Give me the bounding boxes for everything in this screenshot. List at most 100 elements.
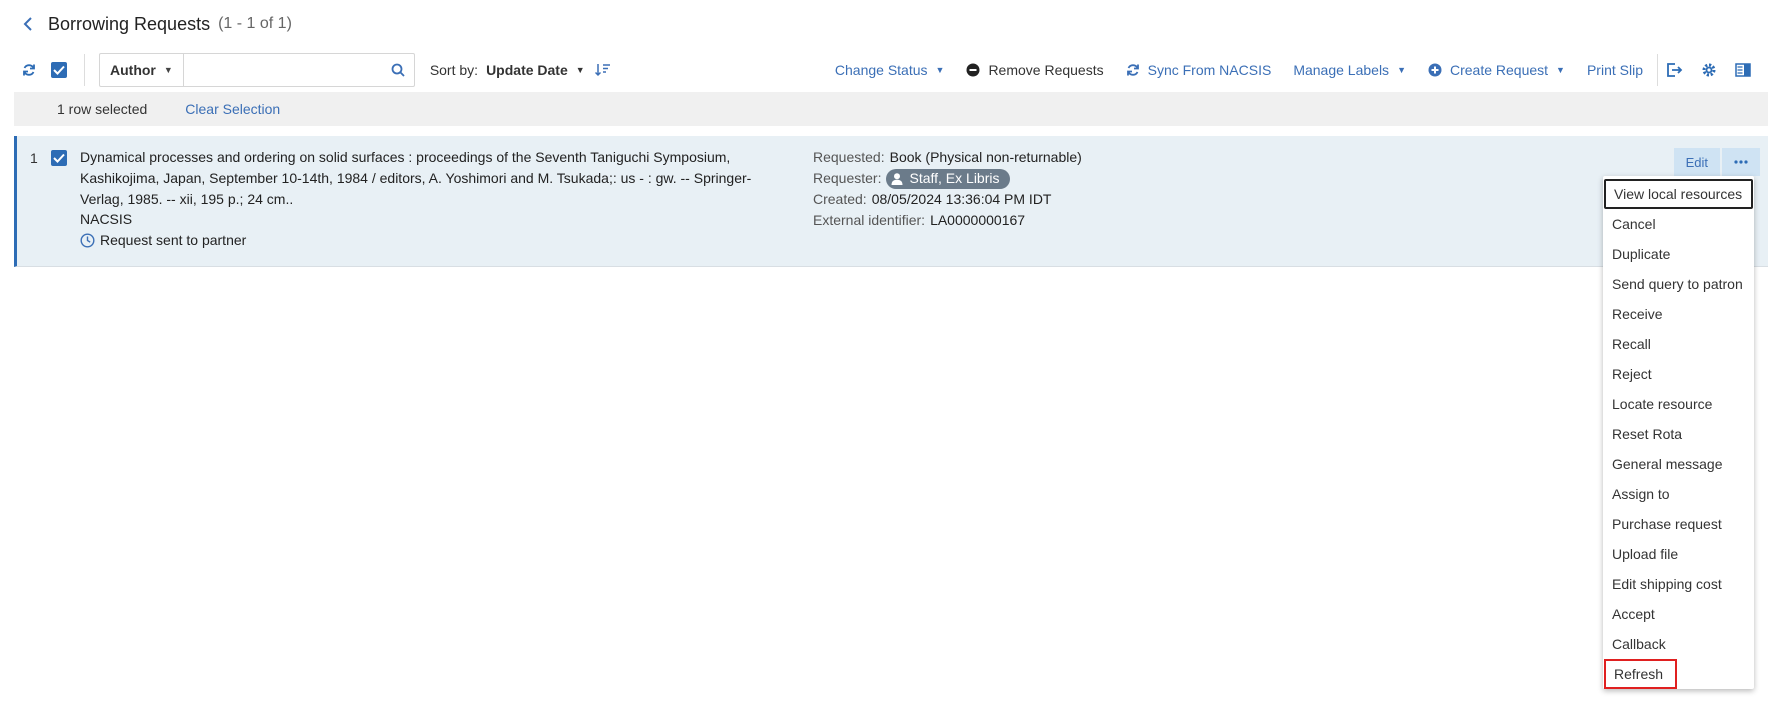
menu-item-accept[interactable]: Accept [1603,599,1754,629]
remove-requests-button[interactable]: Remove Requests [966,62,1104,78]
split-view-icon [1735,63,1751,77]
request-status: Request sent to partner [80,232,246,248]
chevron-left-icon [23,17,32,31]
requested-line: Requested: Book (Physical non-returnable… [813,147,1082,168]
requested-label: Requested: [813,149,885,165]
more-actions-button[interactable] [1722,148,1760,176]
menu-item-assign-to[interactable]: Assign to [1603,479,1754,509]
created-value: 08/05/2024 13:36:04 PM IDT [871,191,1052,207]
request-source: NACSIS [80,211,133,227]
requested-value: Book (Physical non-returnable) [889,149,1082,165]
menu-item-receive[interactable]: Receive [1603,299,1754,329]
export-icon [1667,63,1683,77]
checkmark-icon [53,65,65,75]
sort-value: Update Date [486,62,568,78]
request-status-text: Request sent to partner [100,232,247,248]
external-identifier-value: LA0000000167 [930,212,1026,228]
remove-requests-label: Remove Requests [988,62,1104,78]
menu-item-locate-resource[interactable]: Locate resource [1603,389,1754,419]
sort-label: Sort by: [429,62,479,78]
refresh-list-button[interactable] [14,55,44,85]
menu-item-view-local-resources[interactable]: View local resources [1604,179,1753,209]
menu-item-general-message[interactable]: General message [1603,449,1754,479]
caret-down-icon: ▼ [1397,65,1406,75]
selection-bar: 1 row selected Clear Selection [14,92,1768,126]
search-icon [391,63,405,77]
toolbar: Author ▼ Sort by: Update Date ▼ Change S… [14,52,1768,88]
menu-item-upload-file[interactable]: Upload file [1603,539,1754,569]
result-count: (1 - 1 of 1) [218,15,292,32]
edit-button[interactable]: Edit [1673,148,1720,176]
export-button[interactable] [1658,55,1692,85]
checkmark-icon [53,153,65,163]
request-title: Dynamical processes and ordering on soli… [80,149,752,207]
requester-chip[interactable]: Staff, Ex Libris [886,168,1010,189]
print-slip-button[interactable]: Print Slip [1587,62,1643,78]
menu-item-refresh[interactable]: Refresh [1604,659,1677,689]
row-number: 1 [30,150,38,166]
search-input[interactable] [183,54,382,86]
change-status-button[interactable]: Change Status ▼ [835,62,945,78]
toolbar-actions: Change Status ▼ Remove Requests Sync Fro… [813,52,1760,88]
search-field-label: Author [110,62,156,78]
sync-from-nacsis-button[interactable]: Sync From NACSIS [1126,62,1272,78]
created-label: Created: [813,191,867,207]
toolbar-divider [84,54,85,86]
user-icon [891,172,903,185]
clear-selection-link[interactable]: Clear Selection [185,101,280,117]
caret-down-icon: ▼ [1556,65,1565,75]
caret-down-icon: ▼ [575,65,585,75]
clock-icon [80,232,95,248]
sort-descending-icon [594,64,610,77]
requester-name: Staff, Ex Libris [909,170,1000,186]
gear-icon [1702,63,1716,77]
menu-item-callback[interactable]: Callback [1603,629,1754,659]
change-status-label: Change Status [834,62,928,78]
menu-item-send-query-to-patron[interactable]: Send query to patron [1603,269,1754,299]
requester-label: Requester: [813,170,882,186]
page-title: Borrowing Requests [48,13,211,34]
create-request-button[interactable]: Create Request ▼ [1428,62,1565,78]
back-button[interactable] [14,10,42,38]
row-checkbox[interactable] [51,150,67,166]
ellipsis-icon [1734,160,1748,164]
selection-count: 1 row selected [57,101,148,117]
checkbox-checked [51,150,67,166]
table-row[interactable]: 1 Dynamical processes and ordering on so… [14,136,1768,267]
sort-dropdown[interactable]: Update Date ▼ [486,62,585,78]
refresh-icon [23,64,35,76]
page-header: Borrowing Requests (1 - 1 of 1) [14,10,292,38]
requester-line: Requester: Staff, Ex Libris [813,168,1082,189]
checkbox-checked [51,62,67,78]
row-actions-menu: View local resources Cancel Duplicate Send … [1603,176,1754,689]
create-request-label: Create Request [1449,62,1549,78]
search-button[interactable] [382,54,414,86]
menu-item-reject[interactable]: Reject [1603,359,1754,389]
plus-circle-icon [1428,63,1442,77]
caret-down-icon: ▼ [935,65,945,75]
search-field-dropdown[interactable]: Author ▼ [100,54,184,86]
manage-labels-label: Manage Labels [1293,62,1390,78]
menu-item-reset-rota[interactable]: Reset Rota [1603,419,1754,449]
created-line: Created: 08/05/2024 13:36:04 PM IDT [813,189,1082,210]
menu-item-recall[interactable]: Recall [1603,329,1754,359]
print-slip-label: Print Slip [1586,62,1643,78]
external-identifier-line: External identifier: LA0000000167 [813,210,1082,231]
layout-toggle-button[interactable] [1726,55,1760,85]
request-details: Requested: Book (Physical non-returnable… [813,147,1082,231]
minus-circle-icon [966,63,980,77]
row-actions: Edit [1673,148,1760,176]
sort-direction-button[interactable] [594,63,611,77]
caret-down-icon: ▼ [163,65,173,75]
sync-icon [1126,64,1139,76]
menu-item-duplicate[interactable]: Duplicate [1603,239,1754,269]
menu-item-cancel[interactable]: Cancel [1603,209,1754,239]
select-all-checkbox[interactable] [44,55,74,85]
menu-item-edit-shipping-cost[interactable]: Edit shipping cost [1603,569,1754,599]
external-identifier-label: External identifier: [813,212,926,228]
manage-labels-button[interactable]: Manage Labels ▼ [1293,62,1406,78]
sync-from-nacsis-label: Sync From NACSIS [1147,62,1272,78]
settings-button[interactable] [1692,55,1726,85]
menu-item-purchase-request[interactable]: Purchase request [1603,509,1754,539]
search-group: Author ▼ [99,53,415,87]
